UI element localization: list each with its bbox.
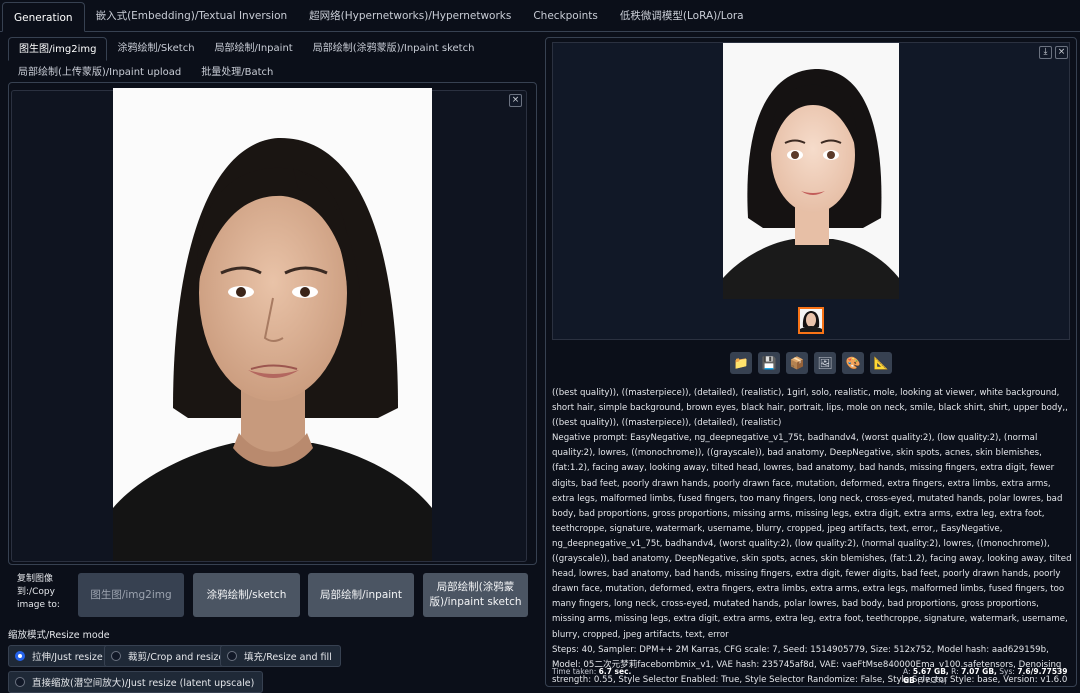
tab-checkpoints[interactable]: Checkpoints <box>522 1 609 31</box>
folder-icon[interactable]: 📁 <box>730 352 752 374</box>
time-taken: Time taken: 6.7 sec. <box>552 667 632 676</box>
radio-indicator <box>111 651 121 661</box>
copy-to-inpaint-button[interactable]: 局部绘制/inpaint <box>308 573 414 617</box>
tab-lora[interactable]: 低秩微调模型(LoRA)/Lora <box>609 1 755 31</box>
resize-mode-label: 缩放模式/Resize mode <box>8 630 110 641</box>
tab-generation[interactable]: Generation <box>2 2 85 32</box>
resize-crop-radio[interactable]: 裁剪/Crop and resize <box>104 645 234 667</box>
radio-indicator <box>15 651 25 661</box>
gallery-thumbnail[interactable] <box>798 307 824 334</box>
negative-prompt: Negative prompt: EasyNegative, ng_deepne… <box>552 433 1072 640</box>
palette-icon[interactable]: 🎨 <box>842 352 864 374</box>
radio-indicator <box>15 677 25 687</box>
vram-stats: A: 5.67 GB, R: 7.07 GB, Sys: 7.6/9.77539… <box>903 667 1068 685</box>
subtab-sketch[interactable]: 涂鸦绘制/Sketch <box>107 37 204 61</box>
resize-just-resize-radio[interactable]: 拉伸/Just resize <box>8 645 112 667</box>
copy-to-sketch-button[interactable]: 涂鸦绘制/sketch <box>193 573 300 617</box>
zip-icon[interactable]: 📦 <box>786 352 808 374</box>
copy-to-inpaint-sketch-button[interactable]: 局部绘制(涂鸦蒙版)/inpaint sketch <box>423 573 528 617</box>
generated-portrait-illustration <box>723 43 899 299</box>
thumbnail-illustration <box>800 309 822 332</box>
tab-textual-inversion[interactable]: 嵌入式(Embedding)/Textual Inversion <box>85 1 299 31</box>
tab-hypernetworks[interactable]: 超网络(Hypernetworks)/Hypernetworks <box>298 1 522 31</box>
resize-latent-upscale-radio[interactable]: 直接缩放(潜空间放大)/Just resize (latent upscale) <box>8 671 264 693</box>
copy-image-to-label: 复制图像到:/Copy image to: <box>17 574 60 610</box>
close-gallery-button[interactable]: × <box>1055 46 1068 59</box>
save-icon[interactable]: 💾 <box>758 352 780 374</box>
download-icon[interactable]: ⤓ <box>1039 46 1052 59</box>
resize-fill-radio[interactable]: 填充/Resize and fill <box>220 645 341 667</box>
image-icon[interactable]: 🖼 <box>814 352 836 374</box>
generated-image[interactable] <box>723 43 899 299</box>
subtab-inpaint-sketch[interactable]: 局部绘制(涂鸦蒙版)/Inpaint sketch <box>303 37 485 61</box>
ruler-icon[interactable]: 📐 <box>870 352 892 374</box>
img2img-mode-tabs: 图生图/img2img 涂鸦绘制/Sketch 局部绘制/Inpaint 局部绘… <box>8 37 539 85</box>
clear-image-button[interactable]: × <box>509 94 522 107</box>
copy-to-img2img-button[interactable]: 图生图/img2img <box>78 573 184 617</box>
subtab-inpaint[interactable]: 局部绘制/Inpaint <box>205 37 303 61</box>
generation-info: ((best quality)), ((masterpiece)), (deta… <box>552 386 1072 688</box>
radio-indicator <box>227 651 237 661</box>
subtab-img2img[interactable]: 图生图/img2img <box>8 37 108 61</box>
positive-prompt: ((best quality)), ((masterpiece)), (deta… <box>552 388 1068 429</box>
source-portrait-illustration <box>113 88 432 561</box>
top-tab-bar: Generation 嵌入式(Embedding)/Textual Invers… <box>0 0 1080 32</box>
source-image <box>113 88 432 561</box>
img2img-panel: 图生图/img2img 涂鸦绘制/Sketch 局部绘制/Inpaint 局部绘… <box>8 37 539 85</box>
